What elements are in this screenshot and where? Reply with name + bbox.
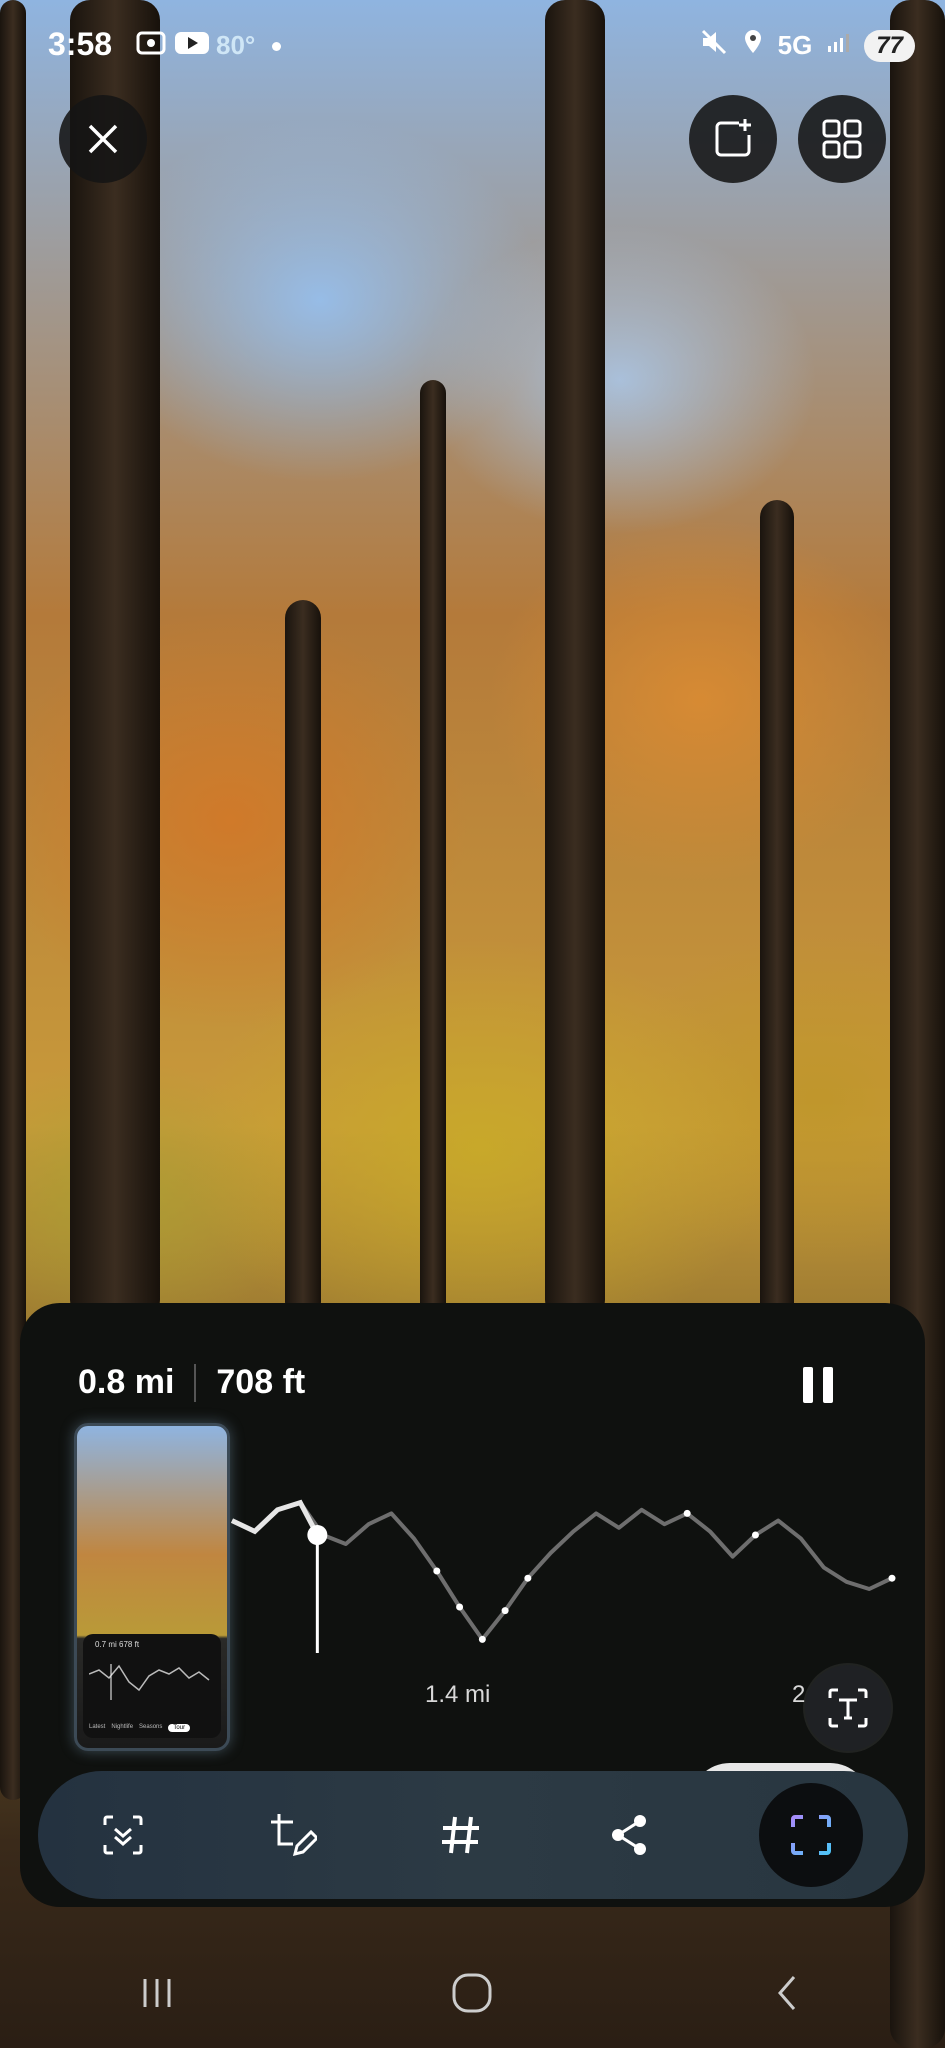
weather-temperature: 80° bbox=[216, 30, 256, 60]
hike-stats: 0.8 mi 708 ft bbox=[78, 1363, 305, 1402]
tree-trunk bbox=[70, 0, 160, 1320]
chart-tick-label: 1.4 mi bbox=[425, 1681, 491, 1708]
location-icon bbox=[742, 28, 764, 63]
close-button[interactable] bbox=[59, 95, 147, 183]
thumbnail-tab: Seasons bbox=[139, 1724, 163, 1730]
thumbnail-elevation: 678 ft bbox=[119, 1640, 140, 1649]
tree-trunk bbox=[285, 600, 321, 1320]
tag-button[interactable] bbox=[421, 1795, 501, 1875]
network-type: 5G bbox=[777, 30, 813, 60]
capture-frame-icon bbox=[791, 1815, 832, 1855]
chart-point bbox=[501, 1607, 509, 1615]
recents-icon bbox=[143, 1978, 171, 2007]
elevation-chart[interactable] bbox=[230, 1453, 900, 1653]
chart-point bbox=[456, 1603, 464, 1611]
status-time: 3:58 bbox=[48, 26, 113, 62]
battery-indicator: 77 bbox=[864, 29, 915, 62]
text-extract-button[interactable] bbox=[805, 1665, 891, 1751]
status-right: 5G 77 bbox=[700, 28, 915, 63]
position-marker[interactable] bbox=[307, 1525, 328, 1545]
chart-point bbox=[683, 1509, 691, 1517]
close-icon bbox=[88, 124, 118, 154]
chart-point bbox=[751, 1531, 759, 1539]
distance-value: 0.8 mi bbox=[78, 1363, 175, 1401]
chart-point bbox=[888, 1574, 896, 1582]
add-to-collection-icon bbox=[715, 119, 751, 157]
pause-button[interactable] bbox=[803, 1367, 833, 1403]
status-bar: 3:58 80° 5G 77 bbox=[0, 22, 945, 70]
chart-point bbox=[524, 1574, 532, 1582]
scan-document-icon bbox=[103, 1815, 143, 1855]
traversed-segment bbox=[230, 1499, 320, 1537]
add-to-collection-button[interactable] bbox=[689, 95, 777, 183]
thumbnail-tabs: Latest Nightlife Seasons Tour bbox=[89, 1724, 191, 1732]
elevation-value: 708 ft bbox=[216, 1363, 306, 1401]
home-button[interactable] bbox=[450, 1971, 494, 2020]
thumbnail-tab: Latest bbox=[89, 1724, 106, 1730]
chart-point bbox=[478, 1635, 486, 1643]
tree-trunk bbox=[420, 380, 446, 1320]
chart-point bbox=[433, 1567, 441, 1575]
tree-trunk bbox=[545, 0, 605, 1320]
signal-icon bbox=[826, 30, 850, 61]
pause-icon-bar bbox=[823, 1367, 833, 1403]
share-icon bbox=[612, 1815, 647, 1855]
tree-trunk bbox=[760, 500, 794, 1320]
grid-view-button[interactable] bbox=[798, 95, 886, 183]
thumbnail-distance: 0.7 mi bbox=[95, 1640, 117, 1649]
edit-button[interactable] bbox=[252, 1795, 332, 1875]
hashtag-icon bbox=[441, 1816, 479, 1854]
scroll-capture-button[interactable] bbox=[83, 1795, 163, 1875]
screenshot-thumbnail[interactable]: 0.7 mi 678 ft Latest Nightlife Seasons T… bbox=[74, 1423, 230, 1751]
text-extract-icon bbox=[828, 1688, 868, 1728]
thumbnail-tab-active: Tour bbox=[168, 1724, 191, 1732]
back-button[interactable] bbox=[768, 1973, 808, 2018]
edit-crop-icon bbox=[270, 1814, 317, 1857]
thumbnail-chart bbox=[89, 1664, 210, 1700]
thumbnail-tab: Nightlife bbox=[111, 1724, 134, 1730]
back-icon bbox=[778, 1975, 796, 2010]
thumbnail-panel: 0.7 mi 678 ft Latest Nightlife Seasons T… bbox=[83, 1634, 221, 1738]
mute-icon bbox=[700, 28, 728, 63]
share-button[interactable] bbox=[590, 1795, 670, 1875]
chart-tick-label: 2 bbox=[792, 1681, 806, 1708]
youtube-icon bbox=[174, 30, 210, 63]
system-nav-bar bbox=[0, 1955, 945, 2035]
stats-divider bbox=[194, 1363, 197, 1402]
pause-icon bbox=[803, 1367, 813, 1403]
home-icon bbox=[452, 1973, 492, 2012]
hike-stats-panel: 0.8 mi 708 ft 0.7 mi 678 ft Latest Night… bbox=[20, 1303, 925, 1907]
capture-button[interactable] bbox=[759, 1783, 864, 1887]
notification-dot bbox=[272, 42, 281, 51]
action-toolbar bbox=[38, 1771, 908, 1899]
recents-button[interactable] bbox=[137, 1973, 177, 2018]
photo-icon bbox=[136, 30, 166, 63]
elevation-line bbox=[231, 1500, 893, 1642]
grid-icon bbox=[822, 119, 862, 159]
